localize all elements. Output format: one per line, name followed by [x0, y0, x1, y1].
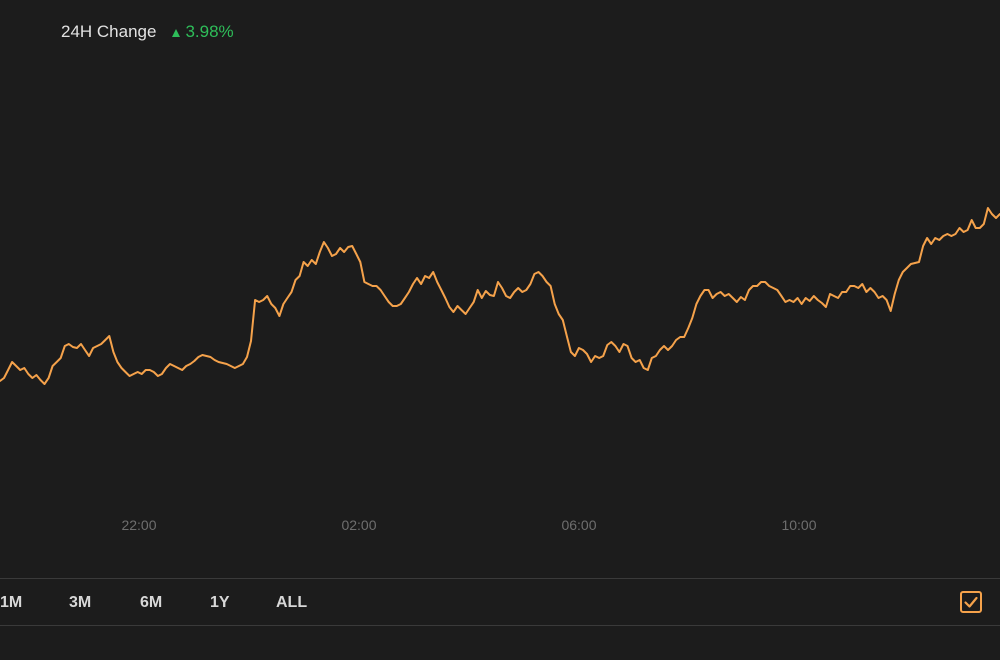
- price-series-line: [0, 207, 1000, 385]
- range-tab-6m[interactable]: 6M: [140, 590, 162, 616]
- range-tab-3m[interactable]: 3M: [69, 590, 91, 616]
- time-range-selector: 1M 3M 6M 1Y ALL: [0, 590, 1000, 616]
- x-tick-label: 06:00: [561, 517, 596, 533]
- x-tick-label: 22:00: [121, 517, 156, 533]
- range-tab-1m[interactable]: 1M: [0, 590, 22, 616]
- x-axis: 22:00 02:00 06:00 10:00: [121, 517, 816, 533]
- price-chart-widget: 24H Change 3.98% 22:00 02:00 06:00 10:00 1M…: [0, 0, 1000, 660]
- range-tab-1y[interactable]: 1Y: [210, 590, 230, 616]
- chart-plot-area: [0, 207, 1000, 385]
- price-line-chart[interactable]: 22:00 02:00 06:00 10:00: [0, 0, 1000, 560]
- x-tick-label: 10:00: [781, 517, 816, 533]
- x-tick-label: 02:00: [341, 517, 376, 533]
- range-tab-all[interactable]: ALL: [276, 590, 307, 616]
- top-divider: [0, 578, 1000, 579]
- checked-checkbox-icon[interactable]: [959, 590, 983, 614]
- bottom-divider: [0, 625, 1000, 626]
